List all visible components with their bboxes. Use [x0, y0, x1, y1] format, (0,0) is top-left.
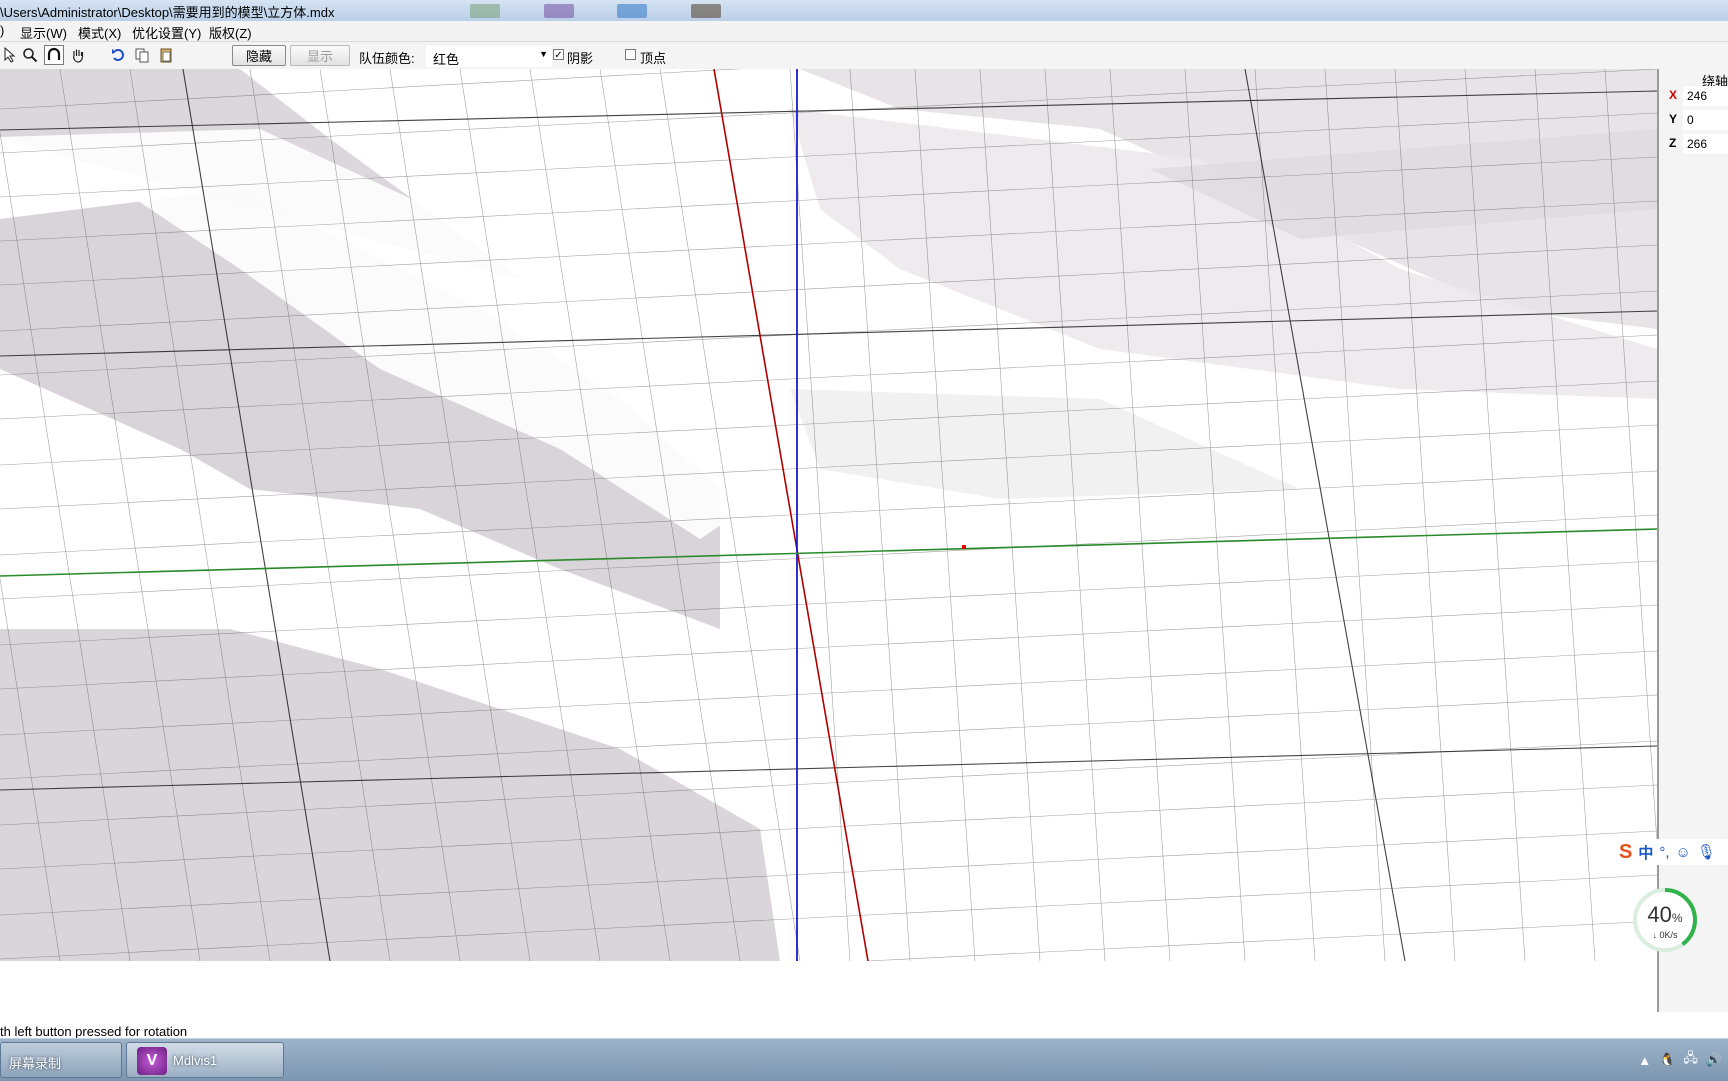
vertex-checkbox[interactable] [625, 49, 636, 60]
coord-z-label: Z [1669, 136, 1677, 150]
shadow-checkbox[interactable]: ✓ [553, 49, 564, 61]
taskbar-item-screen-recorder[interactable]: 屏幕录制 [0, 1042, 122, 1078]
coord-z-row: Z 266 [1659, 133, 1728, 155]
menu-item-optimize[interactable]: 优化设置(Y) [132, 23, 201, 42]
network-speed-widget[interactable]: 40% ↓ 0K/s [1633, 888, 1697, 952]
coord-y-label: Y [1669, 112, 1678, 126]
shaded-band-lower-left [0, 629, 780, 961]
ime-mode-indicator[interactable]: 中 [1638, 842, 1653, 863]
system-tray: ▲ 🐧 🖧 🔊 [1638, 1047, 1728, 1073]
coord-x-label: X [1669, 88, 1678, 102]
window-titlebar[interactable]: \Users\Administrator\Desktop\需要用到的模型\立方体… [0, 0, 1728, 22]
window-title: \Users\Administrator\Desktop\需要用到的模型\立方体… [0, 5, 335, 20]
background-thumbnails [470, 4, 761, 18]
pan-hand-icon[interactable] [68, 45, 88, 65]
menu-item-copyright[interactable]: 版权(Z) [209, 23, 252, 42]
copy-icon[interactable] [132, 45, 152, 65]
3d-viewport[interactable] [0, 69, 1657, 961]
status-text: th left button pressed for rotation [0, 1024, 188, 1039]
undo-icon[interactable] [108, 45, 128, 65]
rotation-center-marker [962, 545, 966, 549]
coord-z-field[interactable]: 266 [1683, 134, 1728, 154]
status-bar: th left button pressed for rotation [0, 1012, 1728, 1039]
coord-y-row: Y 0 [1659, 109, 1728, 131]
menu-item-mode[interactable]: 模式(X) [78, 23, 121, 42]
select-arrow-icon[interactable] [0, 45, 20, 65]
microphone-icon[interactable]: 🎙 [1697, 843, 1716, 861]
axis-panel: 绕轴 X 246 Y 0 Z 266 [1657, 69, 1728, 1012]
team-color-label: 队伍颜色: [359, 51, 415, 66]
team-color-select[interactable]: 红色 ▼ [426, 46, 552, 67]
zoom-icon[interactable] [20, 45, 40, 65]
network-icon[interactable]: 🖧 [1683, 1049, 1698, 1071]
toolbar: 隐藏 显示 队伍颜色: 红色 ▼ ✓ 阴影 顶点 [0, 42, 1728, 70]
chevron-down-icon: ▼ [539, 49, 548, 59]
hide-button[interactable]: 隐藏 [232, 45, 286, 66]
ime-toolbar[interactable]: S 中 °, ☺ 🎙 [1615, 839, 1728, 865]
tray-expand-icon[interactable]: ▲ [1638, 1053, 1651, 1068]
network-percent: 40% [1647, 902, 1683, 927]
viewport-canvas[interactable] [0, 69, 1657, 961]
coord-x-field[interactable]: 246 [1683, 86, 1728, 106]
team-color-value: 红色 [433, 52, 460, 67]
show-button[interactable]: 显示 [290, 45, 350, 66]
coord-y-field[interactable]: 0 [1683, 110, 1728, 130]
vertex-label: 顶点 [640, 51, 667, 66]
sogou-logo-icon[interactable]: S [1619, 841, 1632, 864]
menu-item-display[interactable]: 显示(W) [20, 23, 67, 42]
network-speed: ↓ 0K/s [1652, 930, 1678, 940]
taskbar: 屏幕录制 V Mdlvis1 ▲ 🐧 🖧 🔊 [0, 1038, 1728, 1081]
paste-icon[interactable] [156, 45, 176, 65]
y-axis-line [0, 528, 1657, 577]
shadow-label: 阴影 [567, 51, 594, 66]
rotate-icon[interactable] [44, 45, 64, 65]
taskbar-item-mdlvis[interactable]: V Mdlvis1 [126, 1042, 284, 1078]
menu-item-partial[interactable]: ) [0, 23, 4, 38]
mdlvis-app-icon: V [137, 1047, 167, 1075]
menu-bar: ) 显示(W) 模式(X) 优化设置(Y) 版权(Z) [0, 21, 1728, 42]
ime-punct-indicator[interactable]: °, [1659, 844, 1669, 861]
coord-x-row: X 246 [1659, 85, 1728, 107]
shaded-strip-right-2 [790, 389, 1300, 499]
volume-icon[interactable]: 🔊 [1706, 1052, 1722, 1068]
emoji-icon[interactable]: ☺ [1676, 844, 1691, 861]
qq-icon[interactable]: 🐧 [1659, 1052, 1675, 1068]
